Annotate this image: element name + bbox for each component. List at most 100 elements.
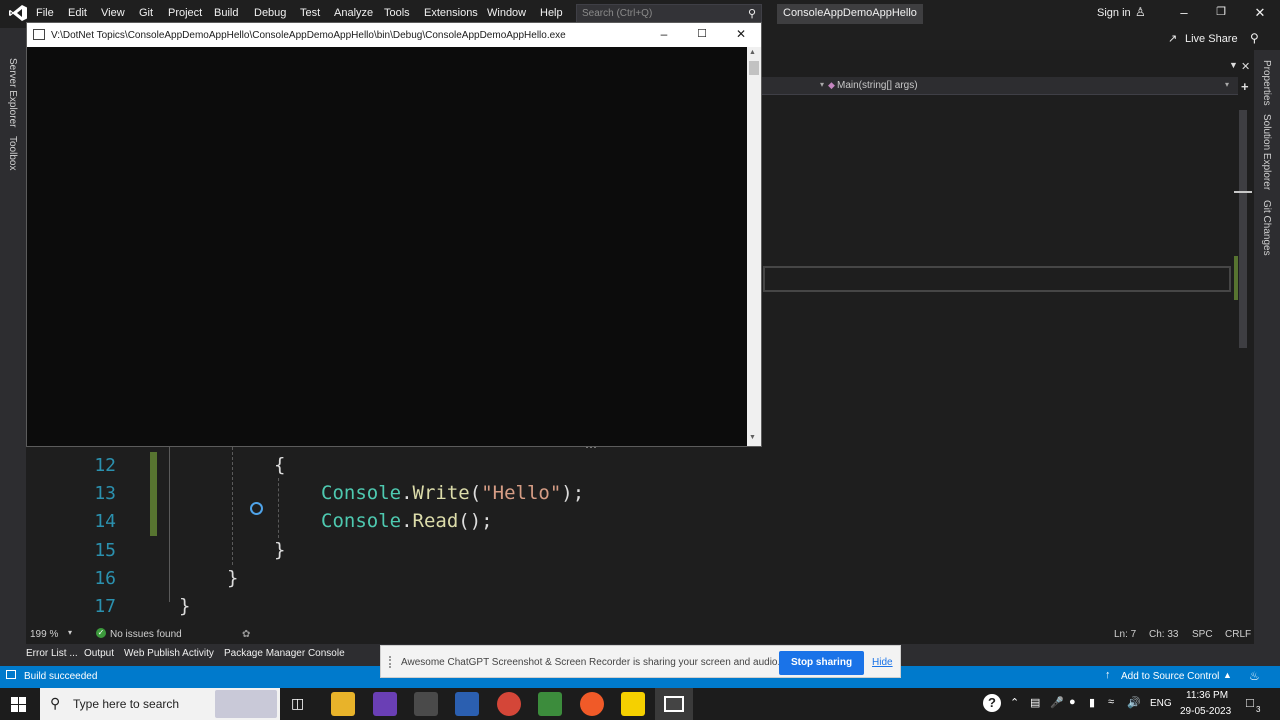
outlook-icon[interactable]	[455, 692, 479, 716]
line-number: 17	[94, 596, 116, 617]
volume-icon[interactable]: 🔊	[1127, 696, 1141, 709]
console-window[interactable]: V:\DotNet Topics\ConsoleAppDemoAppHello\…	[26, 22, 762, 447]
line-indicator[interactable]: Ln: 7	[1114, 629, 1136, 640]
visual-studio-taskbar-icon[interactable]	[373, 692, 397, 716]
chevron-down-icon[interactable]: ▾	[820, 80, 824, 89]
server-explorer-tab[interactable]: Server Explorer	[7, 58, 18, 127]
clock-time[interactable]: 11:36 PM	[1186, 690, 1228, 701]
menu-window[interactable]: Window	[487, 7, 526, 19]
console-scroll-thumb[interactable]	[749, 61, 759, 75]
live-share-button[interactable]: Live Share	[1185, 33, 1238, 45]
task-view-icon[interactable]: ◫	[291, 695, 304, 712]
line-number: 14	[94, 511, 116, 532]
menu-edit[interactable]: Edit	[68, 7, 87, 19]
menu-tools[interactable]: Tools	[384, 7, 410, 19]
close-icon[interactable]: ✕	[730, 27, 752, 41]
console-taskbar-button[interactable]	[655, 688, 693, 720]
menu-debug[interactable]: Debug	[254, 7, 286, 19]
file-explorer-icon[interactable]	[331, 692, 355, 716]
microphone-icon[interactable]: 🎤	[1050, 696, 1064, 709]
scroll-down-icon[interactable]: ▼	[749, 434, 756, 441]
close-tab-icon[interactable]: ✕	[1241, 60, 1250, 73]
tab-package-manager-console[interactable]: Package Manager Console	[224, 648, 345, 659]
code-token-paren: (	[469, 482, 482, 504]
line-number: 16	[94, 568, 116, 589]
drag-handle-icon[interactable]	[389, 656, 392, 668]
taskbar-search-input[interactable]: ⚲ Type here to search	[40, 688, 280, 720]
notifications-bell-icon[interactable]: ♨	[1249, 669, 1260, 683]
code-token-type: Console	[321, 510, 402, 532]
restore-icon[interactable]: ❐	[1211, 5, 1231, 18]
column-indicator[interactable]: Ch: 33	[1149, 629, 1178, 640]
add-to-source-control[interactable]: Add to Source Control	[1121, 671, 1219, 682]
chevron-down-icon[interactable]: ▾	[1225, 80, 1229, 89]
menu-build[interactable]: Build	[214, 7, 238, 19]
battery-icon[interactable]: ▮	[1089, 696, 1095, 709]
toolbox-tab[interactable]: Toolbox	[7, 136, 18, 170]
screen-sharing-notification: Awesome ChatGPT Screenshot & Screen Reco…	[380, 645, 901, 678]
tab-error-list[interactable]: Error List ...	[26, 648, 78, 659]
notepad-plus-icon[interactable]	[538, 692, 562, 716]
console-app-icon	[664, 696, 684, 712]
editor-scrollbar[interactable]	[1236, 100, 1250, 624]
taskbar-search-placeholder: Type here to search	[73, 697, 180, 711]
network-icon[interactable]: ▤	[1030, 696, 1040, 709]
scroll-up-icon[interactable]: ▲	[749, 49, 756, 56]
wifi-icon[interactable]: ≈	[1108, 696, 1114, 708]
brush-icon[interactable]: ✿	[242, 629, 250, 640]
windows-start-icon[interactable]	[11, 697, 26, 712]
camera-icon[interactable]: ●	[1069, 696, 1076, 708]
close-icon[interactable]: ✕	[1250, 5, 1270, 21]
navigation-bar: ▾ ◆ Main(string[] args) ▾	[760, 77, 1238, 95]
chevron-down-icon[interactable]: ▾	[68, 628, 72, 637]
solution-explorer-tab[interactable]: Solution Explorer	[1261, 114, 1272, 190]
notification-center-icon[interactable]: □	[1246, 695, 1254, 710]
split-icon[interactable]: +	[1241, 79, 1249, 94]
line-ending-indicator[interactable]: CRLF	[1225, 629, 1251, 640]
chevron-up-icon[interactable]: ▲	[1223, 670, 1232, 680]
breakpoint-hint-icon[interactable]	[250, 502, 263, 515]
menu-analyze[interactable]: Analyze	[334, 7, 373, 19]
zoom-level[interactable]: 199 %	[30, 629, 58, 640]
outline-guide	[169, 447, 170, 602]
tab-output[interactable]: Output	[84, 648, 114, 659]
search-input[interactable]: Search (Ctrl+Q) ⚲	[576, 4, 762, 23]
console-scrollbar[interactable]: ▲ ▼	[747, 47, 761, 446]
visual-studio-logo-icon[interactable]	[8, 4, 28, 22]
sign-in-link[interactable]: Sign in	[1097, 7, 1131, 19]
live-share-icon[interactable]: ↗	[1168, 32, 1177, 45]
menu-file[interactable]: File	[36, 7, 54, 19]
language-indicator[interactable]: ENG	[1150, 698, 1172, 709]
sticky-notes-icon[interactable]	[621, 692, 645, 716]
console-title-bar[interactable]: V:\DotNet Topics\ConsoleAppDemoAppHello\…	[27, 23, 761, 47]
maximize-icon[interactable]: ☐	[691, 27, 713, 40]
whitespace-indicator[interactable]: SPC	[1192, 629, 1213, 640]
postman-icon[interactable]	[580, 692, 604, 716]
properties-tab[interactable]: Properties	[1261, 60, 1272, 106]
minimize-icon[interactable]: –	[1174, 5, 1194, 20]
menu-project[interactable]: Project	[168, 7, 202, 19]
arrow-up-icon[interactable]: ↑	[1105, 669, 1111, 681]
person-icon[interactable]: ♙	[1135, 5, 1146, 19]
notification-count-badge: 3	[1256, 705, 1261, 714]
hide-link[interactable]: Hide	[872, 657, 893, 668]
scrollbar-thumb[interactable]	[1239, 110, 1247, 348]
dropdown-arrow-icon[interactable]: ▼	[1229, 60, 1238, 70]
tools-app-icon[interactable]	[414, 692, 438, 716]
tab-web-publish-activity[interactable]: Web Publish Activity	[124, 648, 214, 659]
feedback-icon[interactable]: ⚲	[1250, 31, 1259, 45]
chevron-up-icon[interactable]: ⌃	[1010, 696, 1019, 709]
menu-test[interactable]: Test	[300, 7, 320, 19]
menu-git[interactable]: Git	[139, 7, 153, 19]
clock-date[interactable]: 29-05-2023	[1180, 706, 1231, 717]
menu-view[interactable]: View	[101, 7, 125, 19]
chrome-icon[interactable]	[497, 692, 521, 716]
git-changes-tab[interactable]: Git Changes	[1261, 200, 1272, 256]
nav-method-dropdown[interactable]: Main(string[] args)	[837, 80, 918, 91]
menu-help[interactable]: Help	[540, 7, 563, 19]
minimize-icon[interactable]: –	[653, 27, 675, 41]
menu-extensions[interactable]: Extensions	[424, 7, 478, 19]
help-icon[interactable]: ?	[983, 694, 1001, 712]
stop-sharing-button[interactable]: Stop sharing	[779, 651, 864, 675]
issues-indicator[interactable]: No issues found	[110, 629, 182, 640]
